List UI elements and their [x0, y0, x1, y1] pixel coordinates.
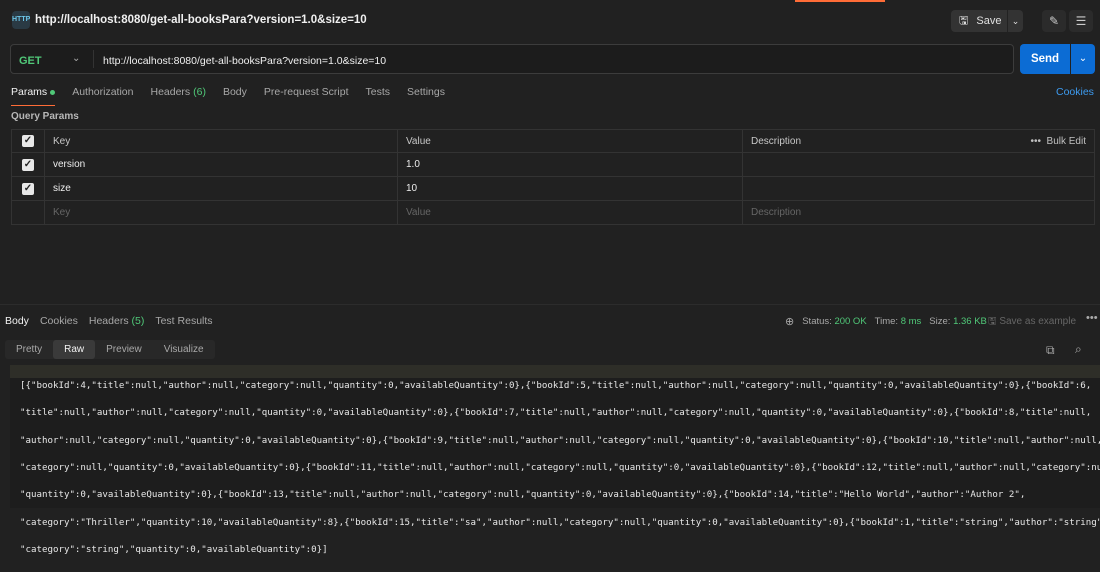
tab-body[interactable]: Body — [223, 86, 247, 106]
divider — [93, 50, 94, 68]
save-icon: 🖫 — [959, 14, 969, 27]
search-icon[interactable]: ⌕ — [1075, 342, 1082, 357]
save-as-example-button[interactable]: 🖫 Save as example — [988, 314, 1076, 331]
select-all-checkbox[interactable]: ✓ — [22, 135, 34, 147]
row-checkbox[interactable]: ✓ — [22, 182, 34, 195]
tab-settings[interactable]: Settings — [407, 86, 445, 106]
pane-divider[interactable] — [0, 304, 1100, 305]
response-body-text[interactable]: [{"bookId":4,"title":null,"author":null,… — [20, 366, 1100, 572]
response-tab-body[interactable]: Body — [5, 315, 29, 327]
save-label: Save — [976, 15, 1002, 27]
view-raw[interactable]: Raw — [53, 340, 96, 359]
send-options-chevron-icon[interactable]: ⌄ — [1071, 44, 1095, 74]
response-tab-test-results[interactable]: Test Results — [155, 315, 212, 327]
body-line: "title":null,"author":null,"category":nu… — [20, 408, 1092, 419]
new-description-input[interactable]: Description — [742, 200, 1095, 225]
new-param-row: Key Value Description — [11, 200, 1095, 225]
table-header-row: ✓ Key Value Description ••• Bulk Edit — [11, 129, 1095, 153]
tab-headers[interactable]: Headers (6) — [150, 86, 205, 106]
tab-authorization[interactable]: Authorization — [72, 86, 133, 106]
tab-tests[interactable]: Tests — [366, 86, 391, 106]
url-input[interactable]: http://localhost:8080/get-all-booksPara?… — [103, 55, 386, 67]
new-key-input[interactable]: Key — [44, 200, 398, 225]
table-row: ✓ version 1.0 — [11, 152, 1095, 177]
pencil-icon[interactable]: ✎ — [1042, 10, 1066, 32]
time[interactable]: Time: 8 ms — [875, 316, 922, 327]
chevron-down-icon[interactable]: ⌄ — [72, 53, 80, 64]
table-row: ✓ size 10 — [11, 176, 1095, 201]
body-line: "category":"Thriller","quantity":10,"ava… — [20, 517, 1100, 528]
column-value: Value — [397, 129, 743, 153]
query-params-table: ✓ Key Value Description ••• Bulk Edit ✓ v… — [11, 129, 1095, 225]
new-value-input[interactable]: Value — [397, 200, 743, 225]
params-active-dot — [50, 89, 56, 95]
body-line: "category":"string","quantity":0,"availa… — [20, 545, 328, 556]
view-preview[interactable]: Preview — [95, 340, 153, 359]
save-icon: 🖫 — [988, 316, 997, 327]
copy-icon[interactable]: ⧉ — [1046, 343, 1055, 358]
param-value[interactable]: 10 — [397, 176, 743, 201]
active-tab-indicator — [795, 0, 885, 2]
body-line: [{"bookId":4,"title":null,"author":null,… — [20, 380, 1092, 391]
param-value[interactable]: 1.0 — [397, 152, 743, 177]
param-description[interactable] — [742, 176, 1095, 201]
response-view-switcher: Pretty Raw Preview Visualize — [5, 340, 215, 359]
param-description[interactable] — [742, 152, 1095, 177]
column-description: Description ••• Bulk Edit — [742, 129, 1095, 153]
query-params-heading: Query Params — [11, 111, 79, 122]
more-icon: ••• — [1030, 135, 1041, 147]
response-meta: ⊕ Status: 200 OK Time: 8 ms Size: 1.36 K… — [785, 315, 987, 328]
body-line: "category":null,"quantity":0,"availableQ… — [20, 462, 1100, 473]
save-button[interactable]: 🖫 Save ⌄ — [951, 10, 1023, 32]
save-options-chevron-icon[interactable]: ⌄ — [1007, 10, 1023, 32]
more-options-icon[interactable]: ••• — [1086, 312, 1098, 324]
request-tabs: Params Authorization Headers (6) Body Pr… — [11, 86, 462, 106]
method-select[interactable]: GET — [19, 55, 42, 67]
status[interactable]: Status: 200 OK — [802, 316, 866, 327]
send-button[interactable]: Send — [1020, 44, 1070, 74]
globe-icon[interactable]: ⊕ — [785, 315, 794, 328]
body-line: "quantity":0,"availableQuantity":0},{"bo… — [20, 490, 1026, 501]
row-checkbox[interactable]: ✓ — [22, 158, 34, 171]
response-tab-headers[interactable]: Headers (5) — [89, 315, 144, 327]
view-pretty[interactable]: Pretty — [5, 340, 53, 359]
cookies-link[interactable]: Cookies — [1056, 86, 1094, 98]
response-tabs: Body Cookies Headers (5) Test Results — [5, 315, 224, 327]
bulk-edit-button[interactable]: ••• Bulk Edit — [1030, 136, 1086, 147]
body-line: "author":null,"category":null,"quantity"… — [20, 435, 1100, 446]
column-key: Key — [44, 129, 398, 153]
param-key[interactable]: version — [44, 152, 398, 177]
tab-pre-request-script[interactable]: Pre-request Script — [264, 86, 349, 106]
tab-params[interactable]: Params — [11, 86, 56, 106]
response-tab-cookies[interactable]: Cookies — [40, 315, 78, 327]
comment-icon[interactable]: ☰ — [1069, 10, 1093, 32]
param-key[interactable]: size — [44, 176, 398, 201]
view-visualize[interactable]: Visualize — [153, 340, 215, 359]
request-title[interactable]: http://localhost:8080/get-all-booksPara?… — [35, 14, 367, 26]
size[interactable]: Size: 1.36 KB — [929, 316, 987, 327]
http-request-icon: HTTP — [12, 11, 30, 29]
